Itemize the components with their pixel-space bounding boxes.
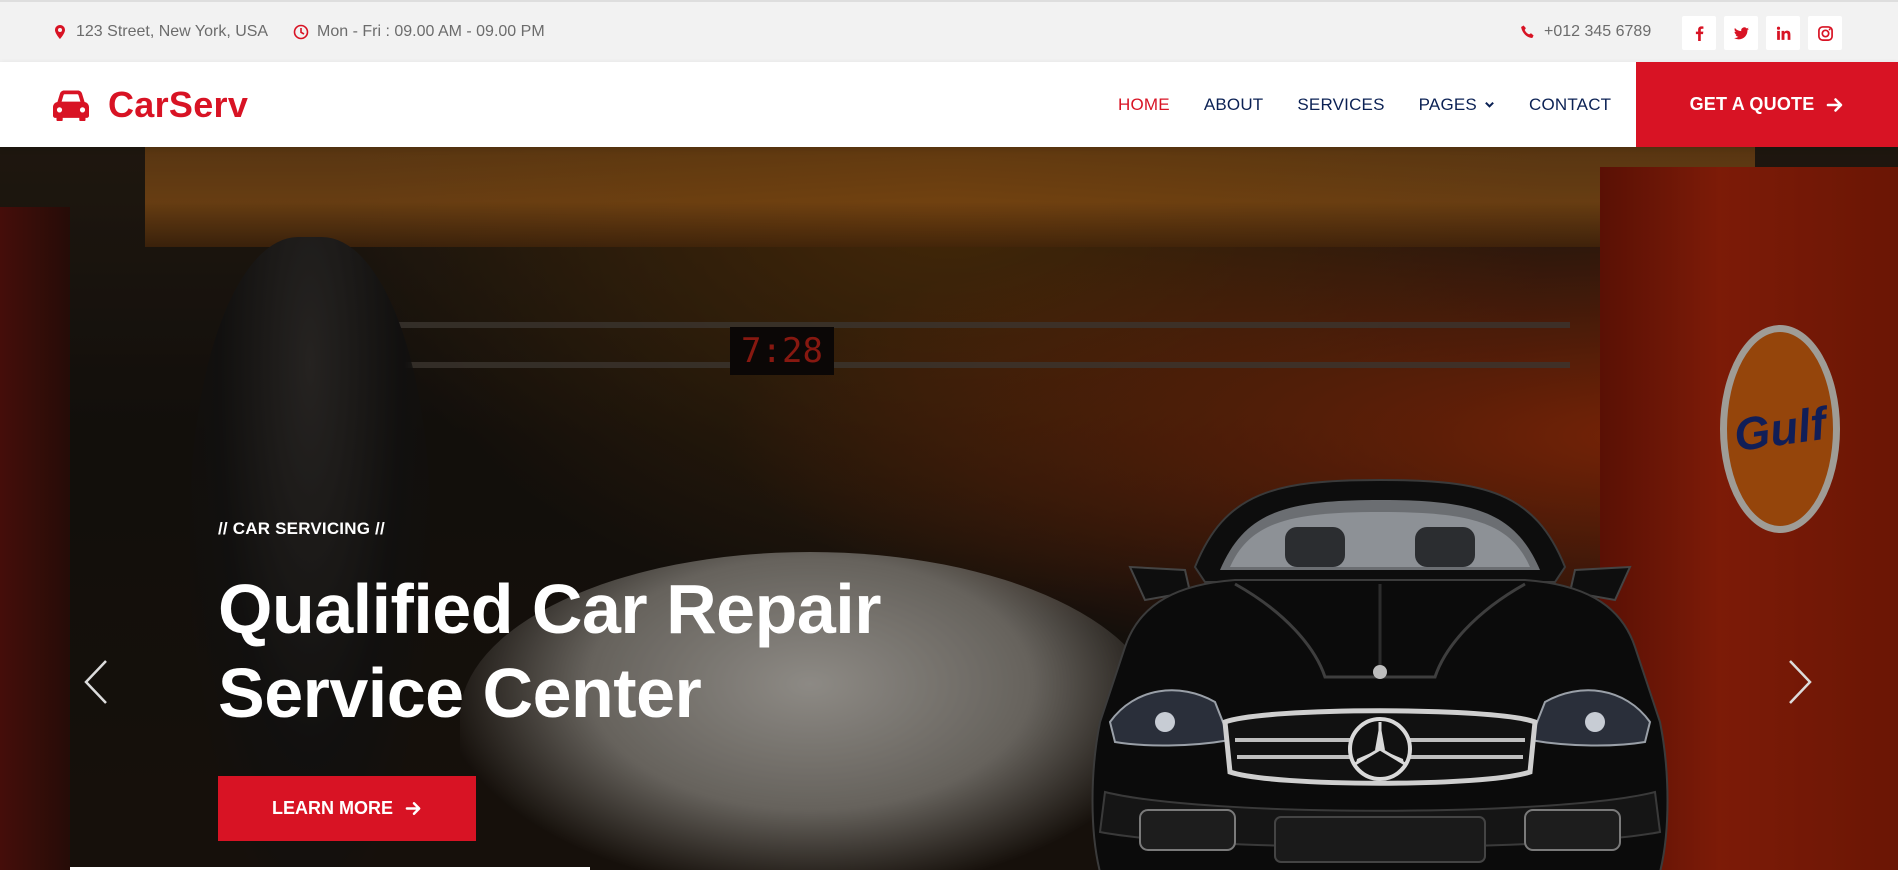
address-text: 123 Street, New York, USA [76, 23, 269, 40]
facebook-button[interactable] [1682, 16, 1716, 50]
chevron-right-icon [1789, 660, 1812, 704]
twitter-icon [1733, 26, 1749, 39]
get-a-quote-label: GET A QUOTE [1689, 94, 1815, 114]
map-marker-icon [55, 25, 65, 39]
brand-name: CarServ [108, 83, 249, 125]
chevron-down-icon [1485, 101, 1494, 108]
hours-info: Mon - Fri : 09.00 AM - 09.00 PM [293, 2, 545, 62]
hero-eyebrow: // CAR SERVICING // [218, 519, 385, 538]
social-links [1682, 16, 1842, 50]
twitter-button[interactable] [1724, 16, 1758, 50]
nav-item-services[interactable]: SERVICES [1297, 95, 1384, 115]
main-navbar: CarServ HOME ABOUT SERVICES PAGES CONTAC… [0, 62, 1898, 147]
learn-more-button[interactable]: LEARN MORE [218, 776, 476, 841]
linkedin-button[interactable] [1766, 16, 1800, 50]
arrow-right-icon [1827, 97, 1843, 112]
black-sedan-image [1091, 478, 1669, 870]
nav-item-about[interactable]: ABOUT [1204, 95, 1264, 115]
facebook-icon [1695, 25, 1703, 41]
carousel-prev-button[interactable] [76, 657, 116, 707]
carousel-next-button[interactable] [1780, 657, 1820, 707]
phone-info: +012 345 6789 [1520, 2, 1651, 62]
hero-title-line-1: Qualified Car Repair [218, 570, 881, 648]
arrow-right-icon [405, 802, 421, 815]
learn-more-label: LEARN MORE [272, 798, 393, 818]
instagram-icon [1817, 25, 1833, 41]
phone-text[interactable]: +012 345 6789 [1544, 23, 1651, 41]
nav-item-contact[interactable]: CONTACT [1529, 95, 1611, 115]
chevron-left-icon [84, 660, 107, 704]
phone-icon [1521, 25, 1534, 38]
brand-logo[interactable]: CarServ [52, 62, 248, 147]
hero-title: Qualified Car Repair Service Center [218, 567, 918, 735]
get-a-quote-button[interactable]: GET A QUOTE [1636, 62, 1898, 147]
car-icon [53, 90, 89, 121]
linkedin-icon [1776, 26, 1790, 40]
nav-menu: HOME ABOUT SERVICES PAGES CONTACT [1118, 62, 1645, 147]
nav-item-pages-label: PAGES [1418, 94, 1477, 114]
hero-title-line-2: Service Center [218, 654, 702, 732]
nav-item-pages[interactable]: PAGES [1419, 95, 1495, 115]
instagram-button[interactable] [1808, 16, 1842, 50]
hours-text: Mon - Fri : 09.00 AM - 09.00 PM [317, 23, 545, 40]
nav-item-home[interactable]: HOME [1118, 95, 1170, 115]
hero-carousel: 7:28 Gulf // CAR SERVICING // Qualified … [0, 147, 1898, 870]
clock-icon [293, 24, 309, 40]
top-info-bar: 123 Street, New York, USA Mon - Fri : 09… [0, 0, 1898, 62]
address-info: 123 Street, New York, USA [52, 2, 268, 62]
